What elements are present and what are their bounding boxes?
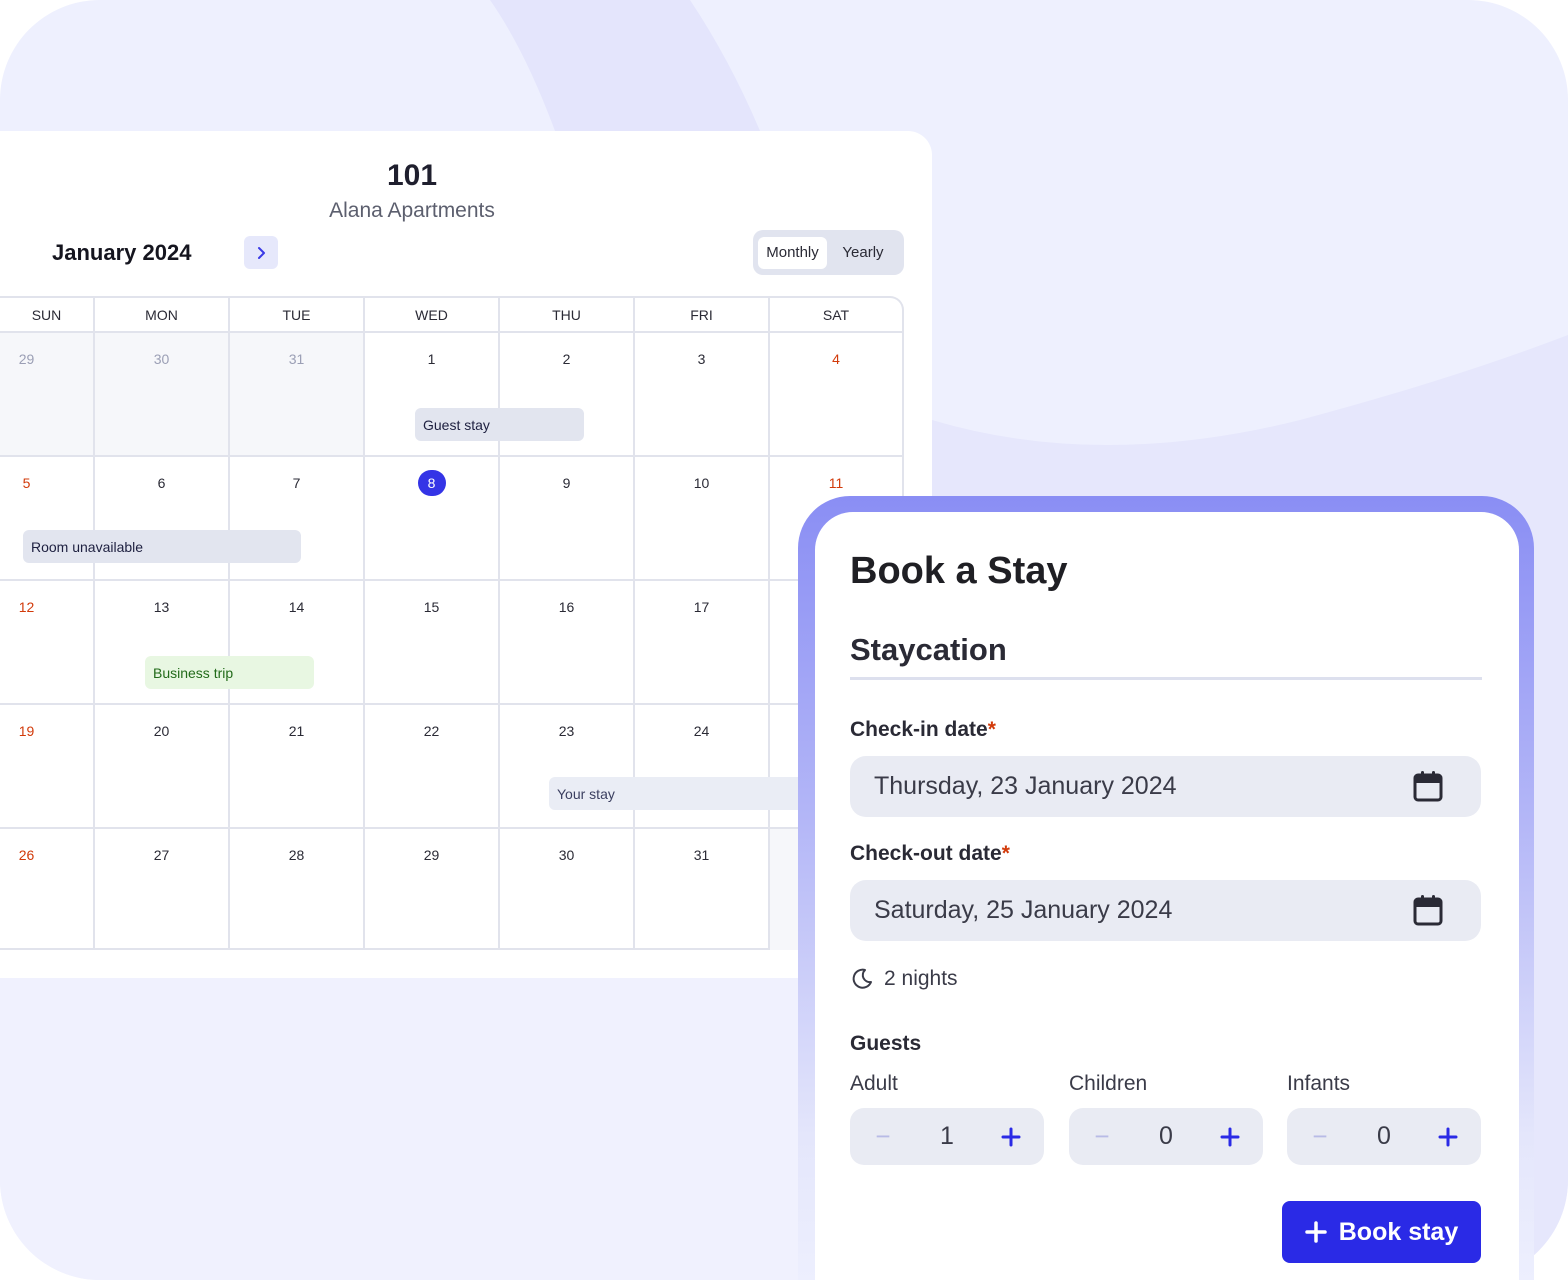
- moon-icon: [852, 968, 872, 989]
- chevron-right-icon: [258, 246, 265, 259]
- plus-icon: [1220, 1127, 1240, 1146]
- nights-count: 2 nights: [850, 967, 958, 991]
- calendar-icon[interactable]: [1413, 894, 1443, 926]
- day-cell[interactable]: 30: [500, 829, 635, 950]
- infants-count: 0: [1377, 1122, 1391, 1150]
- event-your-stay[interactable]: Your stay: [549, 777, 809, 810]
- calendar-card: 101 Alana Apartments January 2024 Monthl…: [0, 131, 932, 978]
- checkin-date-value: Thursday, 23 January 2024: [874, 772, 1177, 800]
- guests-title: Guests: [850, 1032, 922, 1055]
- weekday-header: FRI: [635, 298, 770, 331]
- plus-icon: [1305, 1221, 1327, 1243]
- decrement-button[interactable]: −: [1303, 1108, 1337, 1165]
- weekday-header: SAT: [822, 306, 850, 323]
- increment-button[interactable]: [1213, 1108, 1247, 1165]
- children-count: 0: [1159, 1122, 1173, 1150]
- increment-button[interactable]: [994, 1108, 1028, 1165]
- day-cell[interactable]: 26: [0, 829, 95, 950]
- day-cell[interactable]: 15: [365, 581, 500, 705]
- checkout-date-value: Saturday, 25 January 2024: [874, 896, 1173, 924]
- weekday-header: TUE: [230, 298, 365, 331]
- required-mark: *: [1001, 842, 1010, 865]
- day-cell[interactable]: 17: [635, 581, 770, 705]
- checkout-date-field[interactable]: Saturday, 25 January 2024: [850, 880, 1481, 941]
- day-cell[interactable]: 4: [770, 333, 902, 457]
- day-cell[interactable]: 30: [95, 333, 230, 457]
- decrement-button[interactable]: −: [1085, 1108, 1119, 1165]
- children-label: Children: [1069, 1072, 1148, 1095]
- weekday-header: THU: [500, 298, 635, 331]
- book-stay-button[interactable]: Book stay: [1282, 1201, 1481, 1263]
- decrement-button[interactable]: −: [866, 1108, 900, 1165]
- book-stay-label: Book stay: [1338, 1217, 1459, 1246]
- adult-stepper: − 1: [850, 1108, 1044, 1165]
- required-mark: *: [987, 718, 996, 741]
- checkin-label: Check-in date*: [850, 718, 996, 741]
- infants-label: Infants: [1287, 1072, 1351, 1095]
- weekday-header: WED: [365, 298, 500, 331]
- plus-icon: [1001, 1127, 1021, 1146]
- day-cell[interactable]: 12: [0, 581, 95, 705]
- view-toggle: Monthly Yearly: [753, 230, 904, 275]
- nights-label: 2 nights: [884, 967, 958, 990]
- booking-panel: Book a Stay Staycation Check-in date* Th…: [815, 512, 1519, 1280]
- day-cell[interactable]: 23: [500, 705, 635, 829]
- checkout-label: Check-out date*: [850, 842, 1010, 865]
- day-cell-today[interactable]: 8: [365, 457, 500, 581]
- stay-name-input[interactable]: Staycation: [850, 632, 1482, 680]
- day-cell[interactable]: 9: [500, 457, 635, 581]
- day-cell[interactable]: 19: [0, 705, 95, 829]
- infants-stepper: − 0: [1287, 1108, 1481, 1165]
- day-cell[interactable]: 27: [95, 829, 230, 950]
- event-guest-stay[interactable]: Guest stay: [415, 408, 584, 441]
- day-cell[interactable]: 29: [0, 333, 95, 457]
- day-cell[interactable]: 3: [635, 333, 770, 457]
- today-indicator: 8: [417, 470, 446, 496]
- day-cell[interactable]: 21: [230, 705, 365, 829]
- event-business-trip[interactable]: Business trip: [145, 656, 314, 689]
- adult-label: Adult: [850, 1072, 898, 1095]
- next-month-button[interactable]: [244, 236, 278, 269]
- adult-count: 1: [940, 1122, 954, 1150]
- weekday-header: MON: [95, 298, 230, 331]
- calendar-icon[interactable]: [1413, 770, 1443, 802]
- increment-button[interactable]: [1431, 1108, 1465, 1165]
- room-number: 101: [386, 159, 438, 192]
- day-cell[interactable]: 10: [635, 457, 770, 581]
- checkin-date-field[interactable]: Thursday, 23 January 2024: [850, 756, 1481, 817]
- event-room-unavailable[interactable]: Room unavailable: [23, 530, 301, 563]
- day-cell[interactable]: 24: [635, 705, 770, 829]
- day-cell[interactable]: 29: [365, 829, 500, 950]
- yearly-view-button[interactable]: Yearly: [829, 237, 897, 269]
- day-cell[interactable]: 22: [365, 705, 500, 829]
- day-cell[interactable]: 31: [635, 829, 770, 950]
- property-name: Alana Apartments: [329, 199, 495, 222]
- children-stepper: − 0: [1069, 1108, 1263, 1165]
- calendar-grid: SUN MON TUE WED THU FRI SAT 29 30 31 1 2…: [0, 296, 904, 950]
- month-label: January 2024: [52, 240, 192, 265]
- day-cell[interactable]: 16: [500, 581, 635, 705]
- day-cell[interactable]: 31: [230, 333, 365, 457]
- booking-title: Book a Stay: [850, 550, 1068, 592]
- day-cell[interactable]: 20: [95, 705, 230, 829]
- weekday-header: SUN: [0, 298, 95, 331]
- day-cell[interactable]: 28: [230, 829, 365, 950]
- monthly-view-button[interactable]: Monthly: [758, 236, 827, 269]
- plus-icon: [1438, 1127, 1458, 1146]
